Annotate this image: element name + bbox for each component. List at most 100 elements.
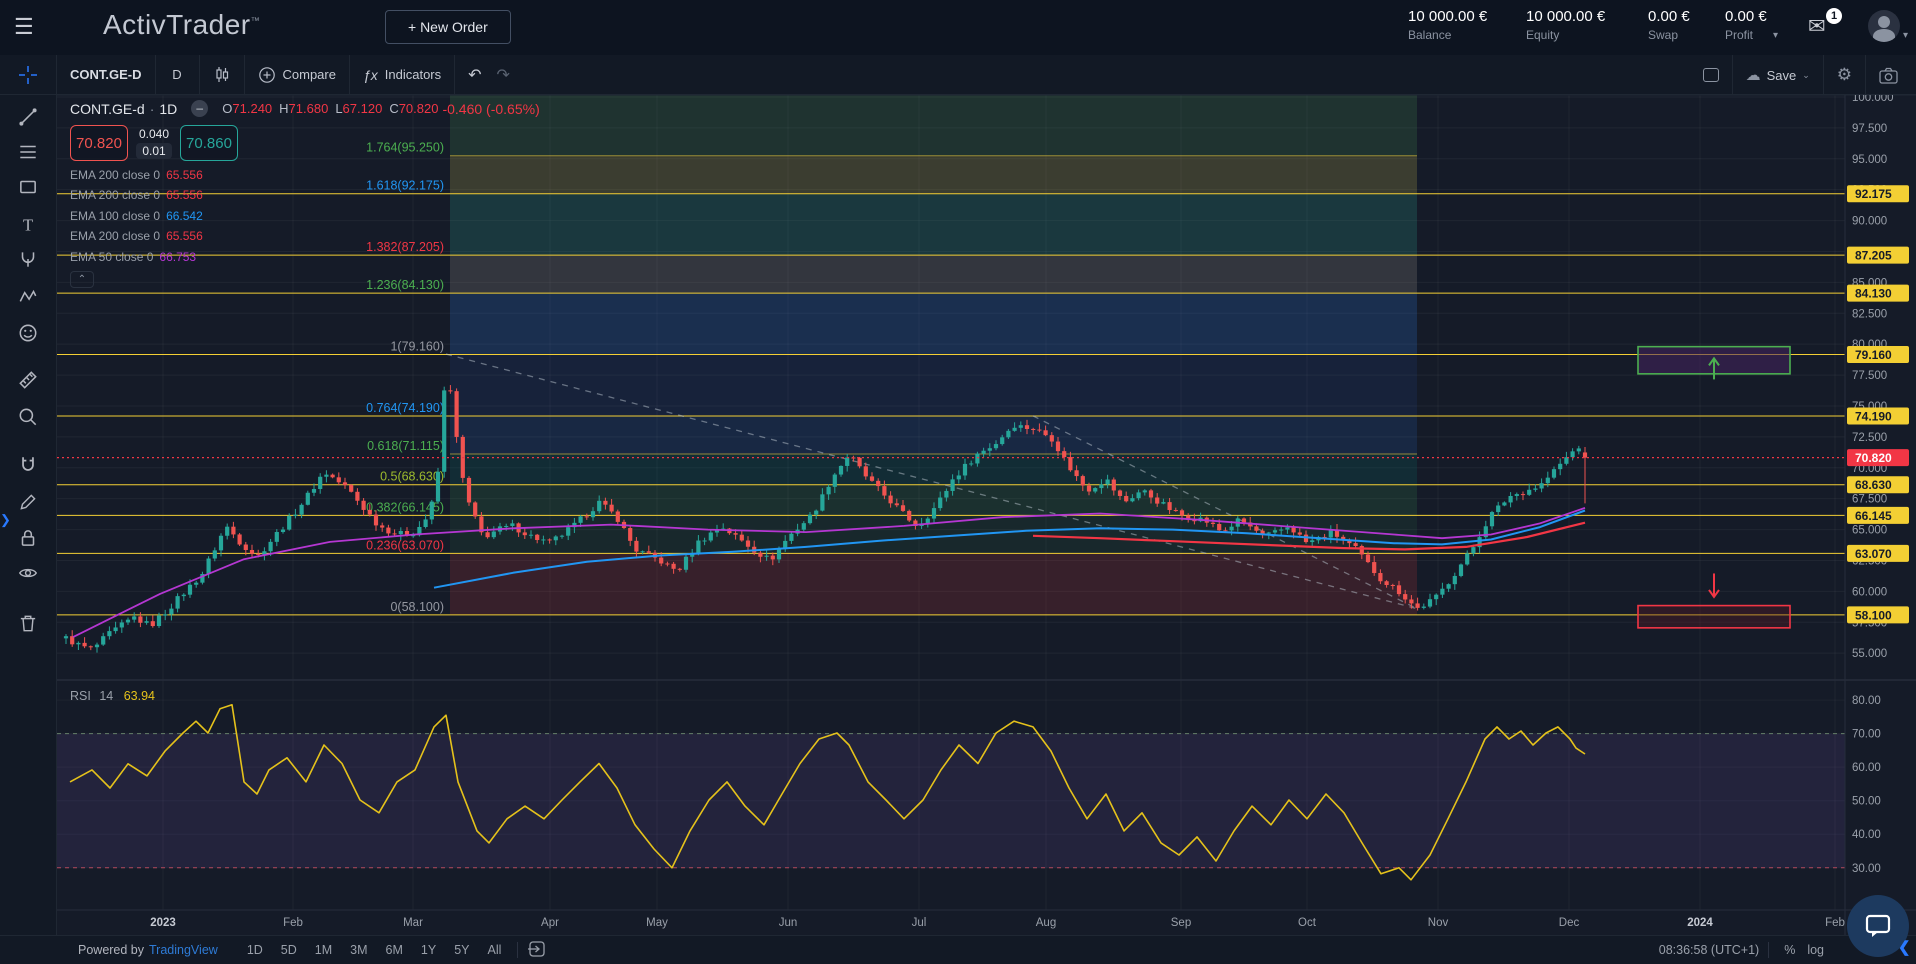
indicator-row[interactable]: EMA 50 close 066.753 [70,250,540,264]
menu-icon[interactable]: ☰ [14,15,34,39]
range-6m[interactable]: 6M [379,941,410,959]
symbol-button[interactable]: CONT.GE-D [57,55,156,95]
chart-style-button[interactable] [200,55,245,95]
svg-text:Sep: Sep [1171,917,1191,929]
change-value: -0.460 (-0.65%) [442,101,539,117]
range-5d[interactable]: 5D [274,941,304,959]
indicator-legend-rows: EMA 200 close 065.556 EMA 200 close 065.5… [70,168,540,264]
range-3m[interactable]: 3M [343,941,374,959]
fib-lines-icon[interactable] [17,141,41,165]
interval-button[interactable]: D [156,55,200,95]
svg-text:55.000: 55.000 [1852,648,1887,660]
ohlc-values: O71.240H71.680L67.120C70.820 [222,101,438,116]
mail-badge: 1 [1826,8,1842,24]
svg-text:60.000: 60.000 [1852,586,1887,598]
zoom-icon[interactable] [17,406,41,430]
clock[interactable]: 08:36:58 (UTC+1) [1659,943,1759,957]
range-all[interactable]: All [481,941,509,959]
indicator-row[interactable]: EMA 200 close 065.556 [70,188,540,202]
save-caret-icon: ⌄ [1802,70,1810,81]
indicators-button[interactable]: ƒx Indicators [350,55,455,95]
percent-scale-button[interactable]: % [1778,943,1801,957]
svg-text:87.205: 87.205 [1855,249,1892,263]
svg-text:Jul: Jul [912,917,927,929]
ohlc-o: O71.240 [222,101,272,116]
magnet-icon[interactable] [17,454,41,478]
rsi-legend: RSI 14 63.94 [70,689,155,703]
compare-button[interactable]: Compare [245,55,350,95]
collapse-indicators-button[interactable]: ⌃ [70,271,94,288]
gear-icon: ⚙ [1837,65,1852,85]
redo-button[interactable]: ↷ [495,55,523,95]
go-to-date-button[interactable] [527,940,547,961]
pattern-icon[interactable] [17,286,41,310]
save-button[interactable]: ☁ Save ⌄ [1733,55,1823,95]
svg-text:40.00: 40.00 [1852,829,1881,841]
measure-icon[interactable] [17,369,41,393]
snapshot-button[interactable] [1866,55,1916,95]
compare-icon [258,66,276,84]
log-scale-button[interactable]: log [1801,943,1830,957]
range-1d[interactable]: 1D [240,941,270,959]
shapes-icon[interactable] [17,176,41,200]
svg-text:74.190: 74.190 [1855,409,1892,423]
go-to-date-icon [527,940,547,958]
indicator-row[interactable]: EMA 200 close 065.556 [70,168,540,182]
svg-text:95.000: 95.000 [1852,154,1887,166]
svg-text:84.130: 84.130 [1855,287,1892,301]
svg-text:63.070: 63.070 [1855,547,1892,561]
fx-icon: ƒx [363,67,378,83]
avatar[interactable] [1868,10,1900,42]
svg-text:66.145: 66.145 [1855,509,1892,523]
top-bar: ☰ ActivTrader™ + New Order 10 000.00 €Ba… [0,0,1916,55]
sell-button[interactable]: 70.820 [70,125,128,161]
svg-text:2023: 2023 [150,917,176,929]
svg-text:65.000: 65.000 [1852,525,1887,537]
svg-text:82.500: 82.500 [1852,308,1887,320]
buy-button[interactable]: 70.860 [180,125,238,161]
app-logo: ActivTrader™ [103,9,260,41]
legend-interval: 1D [159,101,177,117]
stat-profit: 0.00 €Profit [1725,8,1767,42]
lock-icon[interactable] [17,527,41,551]
undo-button[interactable]: ↶ [455,55,494,95]
indicator-row[interactable]: EMA 200 close 065.556 [70,229,540,243]
tradingview-link[interactable]: TradingView [149,943,218,957]
crosshair-tool-button[interactable] [0,55,57,95]
indicator-row[interactable]: EMA 100 close 066.542 [70,209,540,223]
stat-balance: 10 000.00 €Balance [1408,8,1487,42]
bottom-bar: Powered by TradingView 1D5D1M3M 6M1Y5Y All… [0,935,1916,964]
range-1m[interactable]: 1M [308,941,339,959]
layout-button[interactable] [1690,55,1732,95]
chart-settings-button[interactable]: ⚙ [1824,55,1865,95]
sidebar-expander-icon[interactable]: ❯ [0,512,11,528]
svg-text:2024: 2024 [1687,917,1713,929]
legend-symbol[interactable]: CONT.GE-d [70,101,145,117]
chart-legend: CONT.GE-d · 1D – O71.240H71.680L67.120C7… [70,100,540,288]
hide-symbol-icon[interactable]: – [191,100,208,117]
undo-icon: ↶ [468,65,481,85]
emoji-icon[interactable] [17,322,41,346]
pitchfork-icon[interactable] [17,248,41,272]
mail-icon[interactable]: ✉ [1808,14,1826,39]
trend-line-icon[interactable] [17,106,41,130]
svg-text:80.00: 80.00 [1852,695,1881,707]
svg-text:90.000: 90.000 [1852,216,1887,228]
avatar-caret-icon[interactable]: ▾ [1903,30,1908,41]
crosshair-icon [18,65,38,85]
profit-caret-icon[interactable]: ▾ [1773,30,1778,41]
range-5y[interactable]: 5Y [447,941,476,959]
rsi-value: 63.94 [124,689,155,703]
powered-by-label: Powered by [78,943,144,957]
range-1y[interactable]: 1Y [414,941,443,959]
ohlc-c: C70.820 [389,101,438,116]
timeframe-buttons: 1D5D1M3M 6M1Y5Y All [240,941,509,959]
new-order-button[interactable]: + New Order [385,10,511,44]
text-icon[interactable]: T [17,214,41,238]
eye-icon[interactable] [17,562,41,586]
svg-text:T: T [23,216,33,235]
panel-collapse-icon[interactable]: ❮ [1898,938,1911,956]
edit-icon[interactable] [17,491,41,515]
svg-text:Apr: Apr [541,917,559,929]
trash-icon[interactable] [17,612,41,636]
